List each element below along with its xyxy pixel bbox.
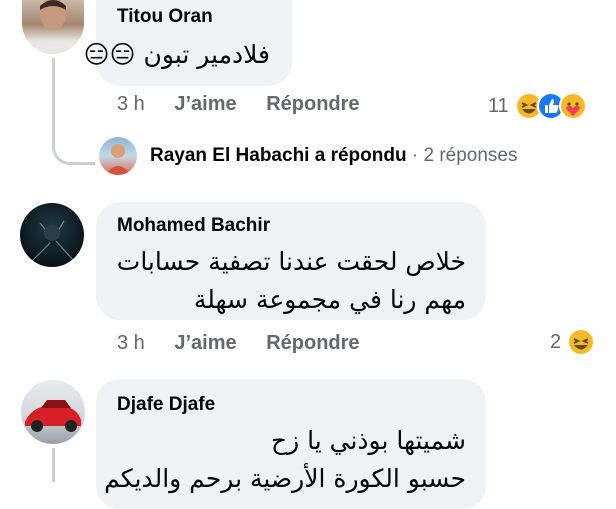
comment-author[interactable]: Titou Oran	[117, 6, 213, 28]
comment-text-line: حسبو الكورة الأرضية برحم والديكم	[104, 464, 466, 493]
reply-summary[interactable]: Rayan El Habachi a répondu · 2 réponses	[150, 145, 517, 167]
comment-meta: 3 h J’aime Répondre	[117, 93, 360, 116]
comment-bubble: Djafe Djafe شميتها بوذني يا زح حسبو الكو…	[96, 379, 486, 509]
like-button[interactable]: J’aime	[174, 93, 236, 115]
reply-button[interactable]: Répondre	[266, 93, 359, 115]
reply-button[interactable]: Répondre	[266, 332, 359, 354]
comment-meta: 3 h J’aime Répondre	[117, 332, 360, 355]
comment-text-line: شميتها بوذني يا زح	[270, 426, 466, 455]
comment-text-line: خلاص لحقت عندنا تصفية حسابات	[116, 247, 466, 276]
reply-avatar[interactable]	[99, 137, 137, 175]
comment-text: فلادمير تبون 😑😑	[83, 40, 270, 69]
comment-author[interactable]: Djafe Djafe	[117, 394, 215, 416]
haha-icon	[567, 328, 596, 356]
thread-line	[52, 448, 55, 482]
avatar[interactable]	[21, 380, 85, 444]
avatar[interactable]	[22, 0, 84, 54]
like-button[interactable]: J’aime	[174, 332, 236, 354]
reaction-summary[interactable]: 2	[550, 328, 596, 356]
comment-bubble: Mohamed Bachir خلاص لحقت عندنا تصفية حسا…	[96, 202, 486, 320]
comment-bubble: Titou Oran فلادمير تبون 😑😑	[83, 0, 292, 86]
comment-text-line: مهم رنا في مجموعة سهلة	[193, 285, 466, 314]
reply-separator: ·	[411, 145, 419, 166]
comment-time[interactable]: 3 h	[117, 332, 145, 354]
reply-author[interactable]: Rayan El Habachi	[150, 145, 309, 166]
reply-count[interactable]: 2 réponses	[423, 145, 517, 166]
reaction-summary[interactable]: 11	[488, 92, 587, 120]
comment-author[interactable]: Mohamed Bachir	[117, 215, 270, 237]
reaction-count: 11	[488, 94, 509, 117]
comment-time[interactable]: 3 h	[117, 93, 145, 115]
reply-action: a répondu	[314, 145, 407, 166]
care-icon	[558, 92, 587, 120]
avatar[interactable]	[20, 203, 84, 267]
reaction-count: 2	[550, 330, 562, 353]
thread-line	[52, 58, 95, 165]
